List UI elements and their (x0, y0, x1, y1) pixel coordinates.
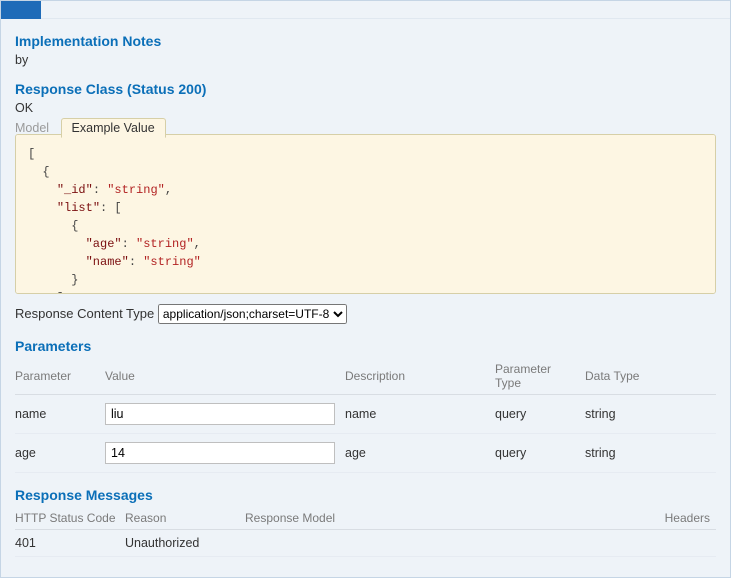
params-col-parameter: Parameter (15, 358, 105, 395)
table-row: ageagequerystring (15, 434, 716, 473)
resp-col-status: HTTP Status Code (15, 507, 125, 530)
param-value-input[interactable] (105, 403, 335, 425)
resp-col-model: Response Model (245, 507, 552, 530)
params-col-param-type: Parameter Type (495, 358, 585, 395)
response-messages-title: Response Messages (15, 487, 716, 503)
implementation-notes-title: Implementation Notes (15, 33, 716, 49)
active-method-tab[interactable] (1, 1, 41, 19)
table-row: 401Unauthorized (15, 530, 716, 557)
content-type-label: Response Content Type (15, 306, 154, 321)
params-col-value: Value (105, 358, 345, 395)
parameters-table: Parameter Value Description Parameter Ty… (15, 358, 716, 473)
param-description: name (345, 395, 495, 434)
resp-status: 401 (15, 530, 125, 557)
params-col-description: Description (345, 358, 495, 395)
param-type: query (495, 434, 585, 473)
implementation-by-label: by (15, 53, 716, 67)
example-value-tab[interactable]: Example Value (61, 118, 166, 138)
resp-col-reason: Reason (125, 507, 245, 530)
operation-tabbar (1, 1, 730, 19)
response-class-title: Response Class (Status 200) (15, 81, 716, 97)
param-name: name (15, 395, 105, 434)
parameters-title: Parameters (15, 338, 716, 354)
resp-col-headers: Headers (552, 507, 716, 530)
resp-model (245, 530, 552, 557)
param-value-input[interactable] (105, 442, 335, 464)
resp-headers (552, 530, 716, 557)
resp-reason: Unauthorized (125, 530, 245, 557)
example-json-box[interactable]: [ { "_id": "string", "list": [ { "age": … (15, 134, 716, 294)
response-ok-label: OK (15, 101, 716, 115)
response-messages-table: HTTP Status Code Reason Response Model H… (15, 507, 716, 557)
param-type: query (495, 395, 585, 434)
param-name: age (15, 434, 105, 473)
param-data-type: string (585, 395, 716, 434)
content-type-select[interactable]: application/json;charset=UTF-8 (158, 304, 347, 324)
param-data-type: string (585, 434, 716, 473)
table-row: namenamequerystring (15, 395, 716, 434)
param-description: age (345, 434, 495, 473)
params-col-data-type: Data Type (585, 358, 716, 395)
